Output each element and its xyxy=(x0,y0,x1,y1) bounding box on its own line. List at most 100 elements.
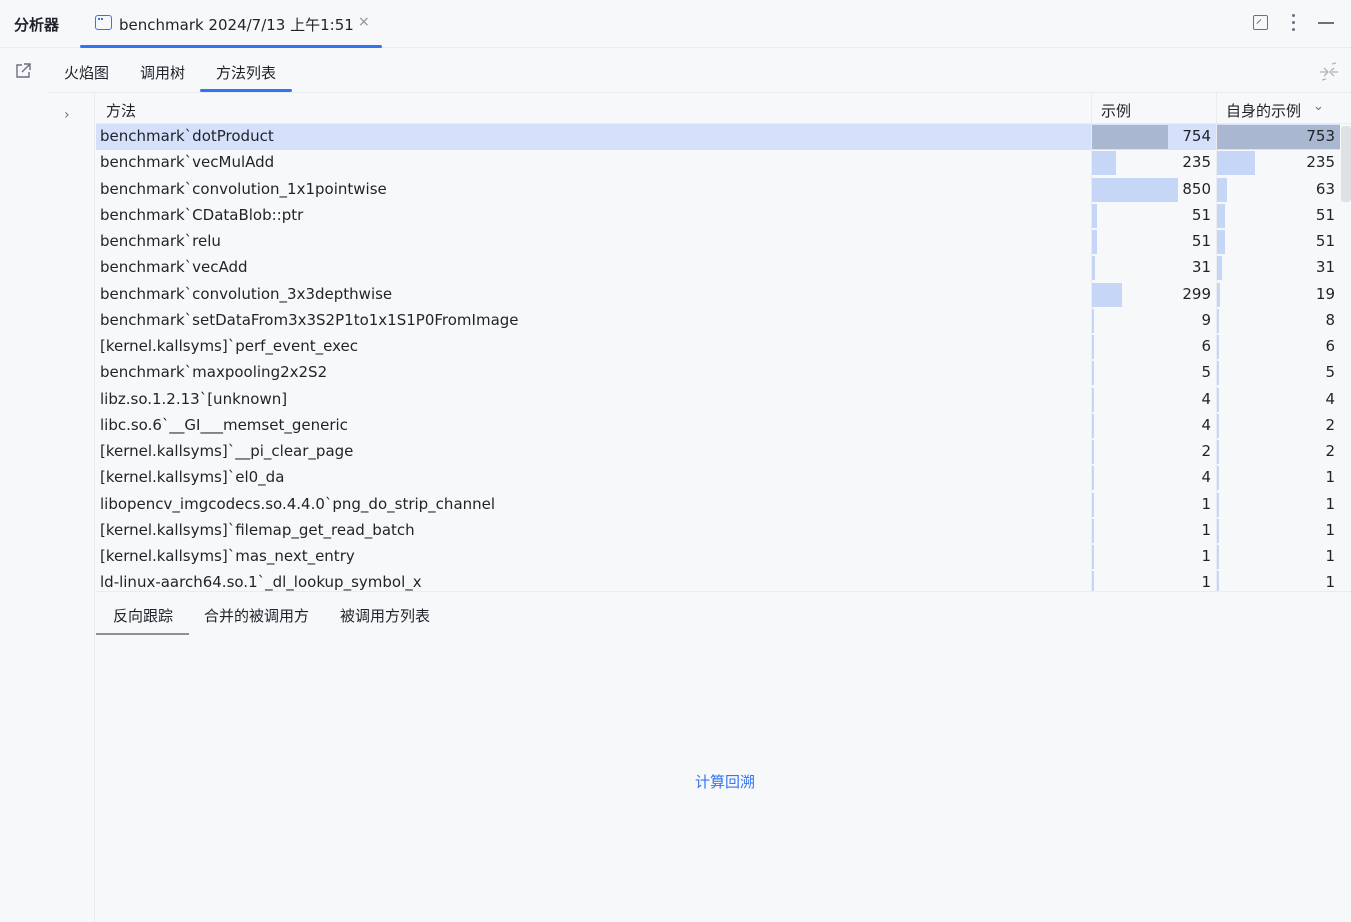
left-gutter xyxy=(48,93,95,922)
tab-backtrace[interactable]: 反向跟踪 xyxy=(113,605,173,626)
self-samples-value: 753 xyxy=(1306,127,1335,145)
self-samples-bar xyxy=(1217,387,1219,412)
method-name: libc.so.6`__GI___memset_generic xyxy=(100,415,348,434)
samples-bar xyxy=(1092,545,1094,569)
self-samples-value: 235 xyxy=(1306,153,1335,172)
table-row[interactable]: [kernel.kallsyms]`filemap_get_read_batch… xyxy=(96,518,1340,544)
sort-chevron-icon[interactable]: ⌄ xyxy=(1313,99,1324,114)
tab-call-tree[interactable]: 调用树 xyxy=(140,62,185,83)
self-samples-value: 51 xyxy=(1315,232,1335,250)
table-row[interactable]: benchmark`convolution_3x3depthwise 299 19 xyxy=(96,282,1340,308)
table-row[interactable]: benchmark`convolution_1x1pointwise 850 63 xyxy=(96,177,1340,203)
table-row[interactable]: benchmark`CDataBlob::ptr 51 51 xyxy=(96,203,1340,229)
method-name: benchmark`vecAdd xyxy=(100,258,248,277)
column-divider xyxy=(1091,124,1092,591)
chevron-right-icon[interactable]: › xyxy=(64,107,76,123)
table-row[interactable]: benchmark`relu 51 51 xyxy=(96,229,1340,255)
collapse-icon[interactable] xyxy=(1317,61,1341,83)
samples-value: 31 xyxy=(1191,258,1211,277)
bottom-tabs: 反向跟踪 合并的被调用方 被调用方列表 xyxy=(96,591,1351,635)
samples-bar xyxy=(1092,256,1096,281)
method-name: benchmark`convolution_1x1pointwise xyxy=(100,179,387,198)
table-row[interactable]: benchmark`vecAdd 31 31 xyxy=(96,255,1340,281)
self-samples-value: 5 xyxy=(1325,363,1335,382)
method-name: benchmark`dotProduct xyxy=(100,127,274,145)
self-samples-bar xyxy=(1217,256,1223,281)
column-divider xyxy=(1216,93,1217,124)
open-external-icon[interactable] xyxy=(14,62,32,80)
table-row[interactable]: libopencv_imgcodecs.so.4.4.0`png_do_stri… xyxy=(96,492,1340,518)
title-bar: 分析器 benchmark 2024/7/13 上午1:51 × xyxy=(0,0,1351,48)
method-name: benchmark`convolution_3x3depthwise xyxy=(100,284,393,303)
tab-benchmark[interactable]: benchmark 2024/7/13 上午1:51 × xyxy=(80,0,382,48)
tab-method-list[interactable]: 方法列表 xyxy=(216,62,276,83)
table-row[interactable]: [kernel.kallsyms]`perf_event_exec 6 6 xyxy=(96,334,1340,360)
samples-value: 5 xyxy=(1201,363,1211,382)
close-icon[interactable]: × xyxy=(358,14,370,30)
table-row[interactable]: [kernel.kallsyms]`__pi_clear_page 2 2 xyxy=(96,439,1340,465)
samples-bar xyxy=(1092,282,1123,307)
self-samples-bar xyxy=(1217,203,1226,228)
method-name: [kernel.kallsyms]`filemap_get_read_batch xyxy=(100,520,415,539)
column-method[interactable]: 方法 xyxy=(106,100,136,121)
self-samples-bar xyxy=(1217,440,1219,464)
table-row[interactable]: benchmark`maxpooling2x2S2 5 5 xyxy=(96,360,1340,386)
table-row[interactable]: libc.so.6`__GI___memset_generic 4 2 xyxy=(96,413,1340,439)
table-header: 方法 示例 自身的示例 ⌄ xyxy=(96,93,1351,124)
samples-value: 4 xyxy=(1201,415,1211,434)
samples-bar xyxy=(1092,230,1098,254)
table-row[interactable]: [kernel.kallsyms]`el0_da 4 1 xyxy=(96,465,1340,491)
table-row[interactable]: [kernel.kallsyms]`mas_next_entry 1 1 xyxy=(96,544,1340,570)
self-samples-value: 1 xyxy=(1325,573,1335,591)
samples-value: 4 xyxy=(1201,468,1211,487)
method-name: benchmark`CDataBlob::ptr xyxy=(100,205,304,224)
scrollbar-thumb[interactable] xyxy=(1341,126,1351,202)
self-samples-value: 63 xyxy=(1315,179,1335,198)
samples-bar xyxy=(1092,387,1094,412)
samples-bar xyxy=(1092,440,1094,464)
tab-callee-list[interactable]: 被调用方列表 xyxy=(340,605,430,626)
samples-value: 1 xyxy=(1201,520,1211,539)
method-name: [kernel.kallsyms]`el0_da xyxy=(100,468,285,487)
table-row[interactable]: benchmark`vecMulAdd 235 235 xyxy=(96,150,1340,176)
method-name: [kernel.kallsyms]`__pi_clear_page xyxy=(100,442,354,460)
method-name: benchmark`vecMulAdd xyxy=(100,153,275,172)
samples-value: 9 xyxy=(1201,310,1211,329)
samples-value: 1 xyxy=(1201,547,1211,565)
samples-value: 51 xyxy=(1191,205,1211,224)
table-row[interactable]: libz.so.1.2.13`[unknown] 4 4 xyxy=(96,387,1340,413)
column-self-samples[interactable]: 自身的示例 xyxy=(1226,100,1301,121)
self-samples-bar xyxy=(1217,361,1219,386)
self-samples-value: 4 xyxy=(1325,389,1335,408)
method-name: ld-linux-aarch64.so.1`_dl_lookup_symbol_… xyxy=(100,573,422,591)
window-icon xyxy=(95,15,112,30)
table-row[interactable]: benchmark`dotProduct 754 753 xyxy=(96,124,1340,150)
tab-label: benchmark 2024/7/13 上午1:51 xyxy=(119,16,354,34)
table-row[interactable]: benchmark`setDataFrom3x3S2P1to1x1S1P0Fro… xyxy=(96,308,1340,334)
left-rail xyxy=(0,49,48,922)
more-options-icon[interactable] xyxy=(1292,14,1295,31)
samples-value: 1 xyxy=(1201,573,1211,591)
method-name: [kernel.kallsyms]`mas_next_entry xyxy=(100,547,355,565)
method-name: libz.so.1.2.13`[unknown] xyxy=(100,389,288,408)
self-samples-value: 1 xyxy=(1325,520,1335,539)
self-samples-value: 6 xyxy=(1325,337,1335,355)
column-samples[interactable]: 示例 xyxy=(1101,100,1131,121)
samples-bar xyxy=(1092,308,1094,333)
restore-window-icon[interactable] xyxy=(1253,15,1268,30)
method-name: benchmark`maxpooling2x2S2 xyxy=(100,363,328,382)
method-name: benchmark`relu xyxy=(100,232,221,250)
samples-value: 4 xyxy=(1201,389,1211,408)
self-samples-bar xyxy=(1217,518,1219,543)
tab-merged-callees[interactable]: 合并的被调用方 xyxy=(204,605,309,626)
column-divider xyxy=(1216,124,1217,591)
self-samples-value: 2 xyxy=(1325,442,1335,460)
tab-flame-graph[interactable]: 火焰图 xyxy=(64,62,109,83)
compute-backtrace-link[interactable]: 计算回溯 xyxy=(695,771,755,792)
samples-bar xyxy=(1092,518,1094,543)
samples-value: 51 xyxy=(1191,232,1211,250)
minimize-icon[interactable] xyxy=(1318,22,1334,24)
samples-bar xyxy=(1092,151,1116,176)
self-samples-bar xyxy=(1217,282,1221,307)
table-row[interactable]: ld-linux-aarch64.so.1`_dl_lookup_symbol_… xyxy=(96,570,1340,591)
